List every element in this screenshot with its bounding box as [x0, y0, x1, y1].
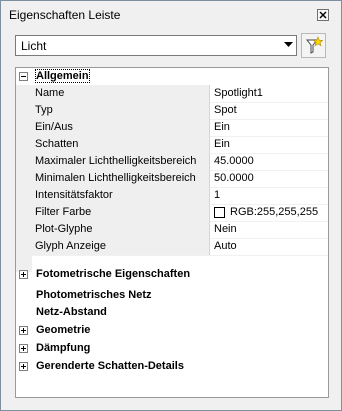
property-value: 50.0000: [214, 172, 254, 184]
property-name: Maximaler Lichthelligkeitsbereich: [35, 155, 197, 167]
property-value: Spotlight1: [214, 87, 263, 99]
property-name: Glyph Anzeige: [35, 240, 106, 252]
expand-icon[interactable]: [19, 362, 28, 371]
category-attenuation[interactable]: Dämpfung: [16, 340, 328, 357]
property-row-name[interactable]: Name Spotlight1: [32, 85, 328, 103]
property-value: Ein: [214, 121, 230, 133]
properties-palette: Eigenschaften Leiste Licht Allgemein Nam…: [0, 0, 342, 411]
property-row-plot-glyph[interactable]: Plot-Glyphe Nein: [32, 221, 328, 239]
property-row-ein-aus[interactable]: Ein/Aus Ein: [32, 119, 328, 137]
property-name: Plot-Glyphe: [35, 223, 93, 235]
category-photometric[interactable]: Fotometrische Eigenschaften: [16, 266, 328, 283]
category-label: Allgemein: [35, 69, 90, 83]
property-value: Auto: [214, 240, 237, 252]
grid-gutter: [16, 85, 32, 272]
property-name: Name: [35, 87, 65, 99]
property-row-schatten[interactable]: Schatten Ein: [32, 136, 328, 154]
window-title: Eigenschaften Leiste: [9, 8, 121, 22]
quick-select-icon: [305, 36, 323, 54]
category-web-offset[interactable]: Netz-Abstand: [16, 304, 328, 321]
category-photometric-web[interactable]: Photometrisches Netz: [16, 287, 328, 304]
quick-select-button[interactable]: [301, 33, 326, 58]
property-value: Ein: [214, 138, 230, 150]
expand-icon[interactable]: [19, 344, 28, 353]
property-value: RGB:255,255,255: [230, 206, 319, 218]
property-value: Spot: [214, 104, 237, 116]
property-value: 45.0000: [214, 155, 254, 167]
property-value: 1: [214, 189, 221, 201]
property-row-intensity[interactable]: Intensitätsfaktor 1: [32, 187, 328, 205]
property-row-filter-color[interactable]: Filter Farbe RGB:255,255,255: [32, 204, 328, 222]
property-name: Intensitätsfaktor: [35, 189, 113, 201]
property-grid: Allgemein Name Spotlight1 Typ Spot Ein/A…: [15, 67, 329, 398]
property-value: Nein: [214, 223, 237, 235]
category-label: Photometrisches Netz: [36, 289, 152, 301]
category-geometry[interactable]: Geometrie: [16, 322, 328, 339]
property-row-glyph-display[interactable]: Glyph Anzeige Auto: [32, 238, 328, 256]
category-label: Geometrie: [36, 324, 91, 336]
category-label: Fotometrische Eigenschaften: [36, 268, 191, 280]
object-type-select[interactable]: Licht: [15, 35, 297, 56]
category-label: Dämpfung: [36, 342, 91, 354]
close-icon: [319, 11, 327, 19]
close-button[interactable]: [317, 9, 329, 21]
category-allgemein[interactable]: Allgemein: [16, 68, 328, 85]
category-shadow-details[interactable]: Gerenderte Schatten-Details: [16, 358, 328, 375]
property-name: Schatten: [35, 138, 79, 150]
property-row-max-brightness[interactable]: Maximaler Lichthelligkeitsbereich 45.000…: [32, 153, 328, 171]
category-label: Netz-Abstand: [36, 306, 107, 318]
property-name: Minimalen Lichthelligkeitsbereich: [35, 172, 196, 184]
property-name: Filter Farbe: [35, 206, 92, 218]
property-name: Ein/Aus: [35, 121, 73, 133]
chevron-down-icon: [284, 42, 293, 47]
expand-icon[interactable]: [19, 326, 28, 335]
object-type-value: Licht: [21, 39, 47, 53]
color-swatch: [214, 207, 225, 218]
property-name: Typ: [35, 104, 53, 116]
property-row-typ[interactable]: Typ Spot: [32, 102, 328, 120]
collapse-icon[interactable]: [19, 72, 28, 81]
category-label: Gerenderte Schatten-Details: [36, 360, 184, 372]
property-row-min-brightness[interactable]: Minimalen Lichthelligkeitsbereich 50.000…: [32, 170, 328, 188]
title-bar[interactable]: Eigenschaften Leiste: [1, 1, 341, 27]
expand-icon[interactable]: [19, 270, 28, 279]
